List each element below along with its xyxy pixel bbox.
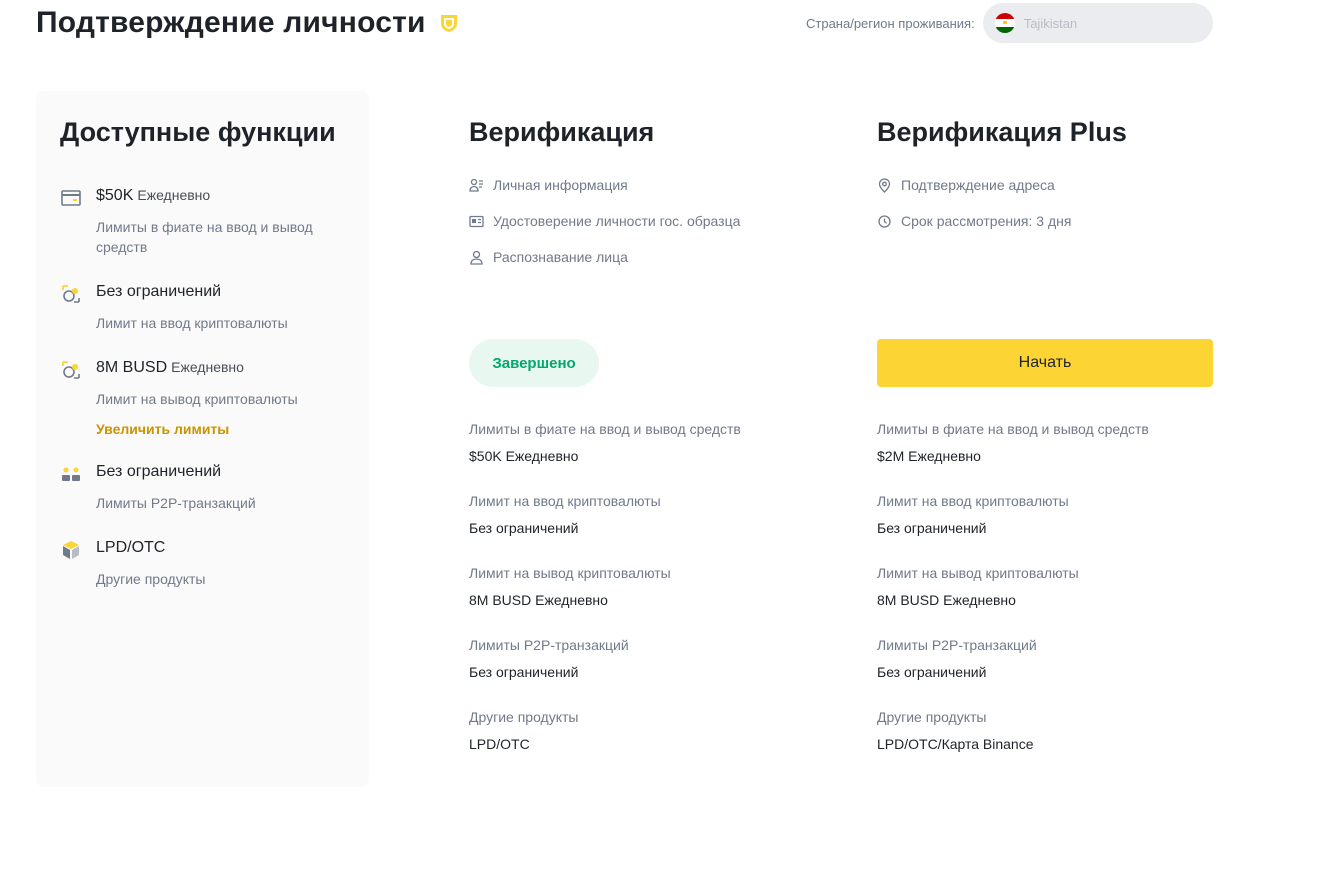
requirement-label: Удостоверение личности гос. образца [493,213,741,229]
limit-label: Другие продукты [877,709,987,725]
feature-title: Без ограничений [96,463,222,480]
country-region: Страна/регион проживания: Tajikistan [806,3,1213,43]
feature-desc: Другие продукты [96,571,206,587]
limit-row: Другие продукты LPD/OTC/Карта Binance [877,709,1207,752]
limit-value: Без ограничений [469,520,579,536]
feature-title: LPD/OTC [96,539,166,556]
limit-row: Лимиты в фиате на ввод и вывод средств $… [877,421,1207,464]
feature-title: $50K [96,187,134,204]
country-value: Tajikistan [1023,15,1078,31]
crypto-withdraw-icon [60,359,82,381]
limit-value: Без ограничений [469,664,579,680]
limit-label: Лимиты в фиате на ввод и вывод средств [469,421,741,437]
limit-label: Лимиты P2P-транзакций [469,637,629,653]
feature-desc: Лимит на вывод криптовалюты [96,391,298,407]
country-label: Страна/регион проживания: [806,15,975,31]
limit-value: Без ограничений [877,664,987,680]
location-pin-icon [877,177,892,193]
feature-sub: Ежедневно [137,187,211,203]
feature-title: 8M BUSD [96,359,168,376]
limit-value: 8M BUSD Ежедневно [877,592,1016,608]
verification-plus-title: Верификация Plus [877,117,1127,147]
limit-label: Другие продукты [469,709,579,725]
cube-icon [60,539,82,561]
limit-label: Лимит на ввод криптовалюты [469,493,661,509]
limit-value: LPD/OTC [469,736,530,752]
feature-sub: Ежедневно [171,359,244,375]
requirement-label: Личная информация [493,177,628,193]
page-title: Подтверждение личности [36,6,426,39]
limit-row: Лимит на вывод криптовалюты 8M BUSD Ежед… [469,565,799,608]
shield-icon [438,12,460,34]
limit-label: Лимит на вывод криптовалюты [877,565,1079,581]
requirement-label: Распознавание лица [493,249,628,265]
country-select[interactable]: Tajikistan [982,3,1213,43]
id-card-icon [469,214,484,229]
features-panel: Доступные функции $50K Ежедневно Лимиты в… [36,91,369,787]
verification-title: Верификация [469,117,655,147]
requirement-personal-info: Личная информация [469,177,628,193]
limit-row: Лимит на ввод криптовалюты Без ограничен… [469,493,799,536]
feature-desc: Лимиты P2P-транзакций [96,495,256,511]
feature-title: Без ограничений [96,283,222,300]
limit-value: LPD/OTC/Карта Binance [877,736,1034,752]
personal-info-icon [469,178,484,193]
limit-row: Лимиты в фиате на ввод и вывод средств $… [469,421,799,464]
verification-column: Верификация Личная информация Удостовере… [469,117,809,767]
limit-value: 8M BUSD Ежедневно [469,592,608,608]
limit-row: Лимиты P2P-транзакций Без ограничений [469,637,799,680]
p2p-users-icon [60,463,82,485]
limit-label: Лимиты в фиате на ввод и вывод средств [877,421,1149,437]
card-icon [60,187,82,209]
requirement-id-document: Удостоверение личности гос. образца [469,213,740,229]
requirement-label: Подтверждение адреса [901,177,1055,193]
clock-icon [877,214,892,229]
completed-status-badge: Завершено [469,339,599,387]
feature-desc: Лимиты в фиате на ввод и вывод средств [96,219,313,255]
requirement-address-proof: Подтверждение адреса [877,177,1055,193]
limit-row: Лимит на ввод криптовалюты Без ограничен… [877,493,1207,536]
tajikistan-flag-icon [994,13,1015,33]
increase-limits-link[interactable]: Увеличить лимиты [96,421,229,437]
limit-row: Лимиты P2P-транзакций Без ограничений [877,637,1207,680]
limit-value: Без ограничений [877,520,987,536]
limit-label: Лимит на ввод криптовалюты [877,493,1069,509]
start-button[interactable]: Начать [877,339,1213,387]
limit-row: Другие продукты LPD/OTC [469,709,799,752]
features-title: Доступные функции [60,117,336,147]
requirement-face-recognition: Распознавание лица [469,249,628,265]
limit-value: $2M Ежедневно [877,448,981,464]
verification-plus-column: Верификация Plus Подтверждение адреса Ср… [877,117,1217,767]
page-title-group: Подтверждение личности [36,6,460,40]
limit-row: Лимит на вывод криптовалюты 8M BUSD Ежед… [877,565,1207,608]
crypto-deposit-icon [60,283,82,305]
requirement-review-time: Срок рассмотрения: 3 дня [877,213,1071,229]
limit-label: Лимиты P2P-транзакций [877,637,1037,653]
face-icon [469,250,484,265]
limit-value: $50K Ежедневно [469,448,579,464]
feature-desc: Лимит на ввод криптовалюты [96,315,288,331]
limit-label: Лимит на вывод криптовалюты [469,565,671,581]
requirement-label: Срок рассмотрения: 3 дня [901,213,1072,229]
